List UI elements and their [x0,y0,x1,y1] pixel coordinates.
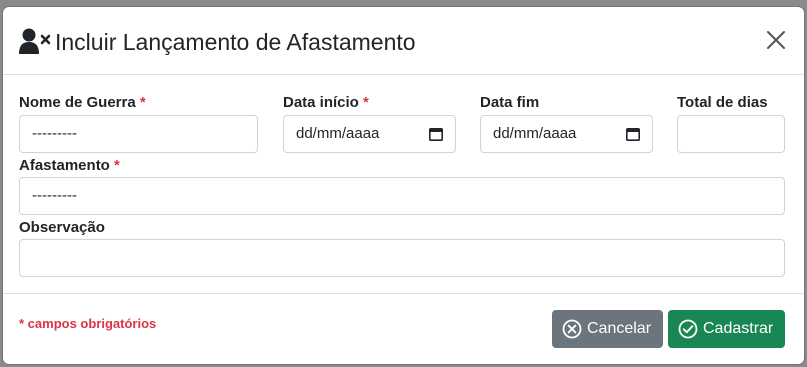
calendar-icon[interactable] [429,127,443,141]
required-note: * campos obrigatórios [19,316,157,331]
nome-guerra-label: Nome de Guerra * [19,94,146,112]
circle-x-icon [562,319,582,339]
data-inicio-placeholder: dd/mm/aaaa [296,125,380,142]
observacao-input[interactable] [19,239,785,277]
calendar-icon[interactable] [626,127,640,141]
modal-dialog: Incluir Lançamento de Afastamento Nome d… [3,7,804,364]
data-inicio-label: Data início * [283,94,369,112]
cancel-label: Cancelar [587,320,652,337]
required-mark: * [363,94,369,111]
afastamento-label: Afastamento * [19,157,120,175]
data-fim-placeholder: dd/mm/aaaa [493,125,577,142]
data-inicio-label-text: Data início [283,94,359,111]
observacao-label: Observação [19,219,105,236]
data-fim-label: Data fim [480,94,540,111]
circle-check-icon [678,319,698,339]
close-icon[interactable] [765,29,787,51]
modal-footer: * campos obrigatórios Cancelar Cadastrar [3,293,804,364]
user-times-icon [19,28,51,54]
required-mark: * [139,94,146,111]
total-dias-input[interactable] [677,115,785,153]
submit-button[interactable]: Cadastrar [668,310,785,348]
nome-guerra-value: --------- [32,125,77,142]
afastamento-select[interactable]: --------- [19,177,785,215]
data-fim-input[interactable]: dd/mm/aaaa [480,115,653,153]
cancel-button[interactable]: Cancelar [552,310,663,348]
modal-header: Incluir Lançamento de Afastamento [3,7,804,75]
submit-label: Cadastrar [703,320,774,337]
afastamento-value: --------- [32,187,77,204]
required-mark: * [114,157,120,174]
total-dias-label: Total de dias [677,94,768,111]
data-inicio-input[interactable]: dd/mm/aaaa [283,115,456,153]
nome-guerra-label-text: Nome de Guerra [19,94,136,111]
afastamento-label-text: Afastamento [19,157,110,174]
nome-guerra-select[interactable]: --------- [19,115,258,153]
modal-title: Incluir Lançamento de Afastamento [55,29,416,55]
